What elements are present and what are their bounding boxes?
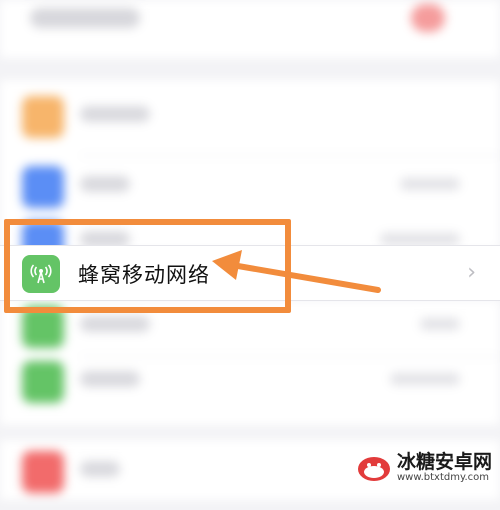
watermark-logo-icon — [357, 457, 390, 481]
pointer-arrow-icon — [212, 250, 381, 293]
watermark-title: 冰糖安卓网 — [396, 451, 492, 473]
watermark-url: www.btxtdmy.com — [396, 472, 490, 483]
watermark: 冰糖安卓网 www.btxtdmy.com — [357, 452, 492, 484]
